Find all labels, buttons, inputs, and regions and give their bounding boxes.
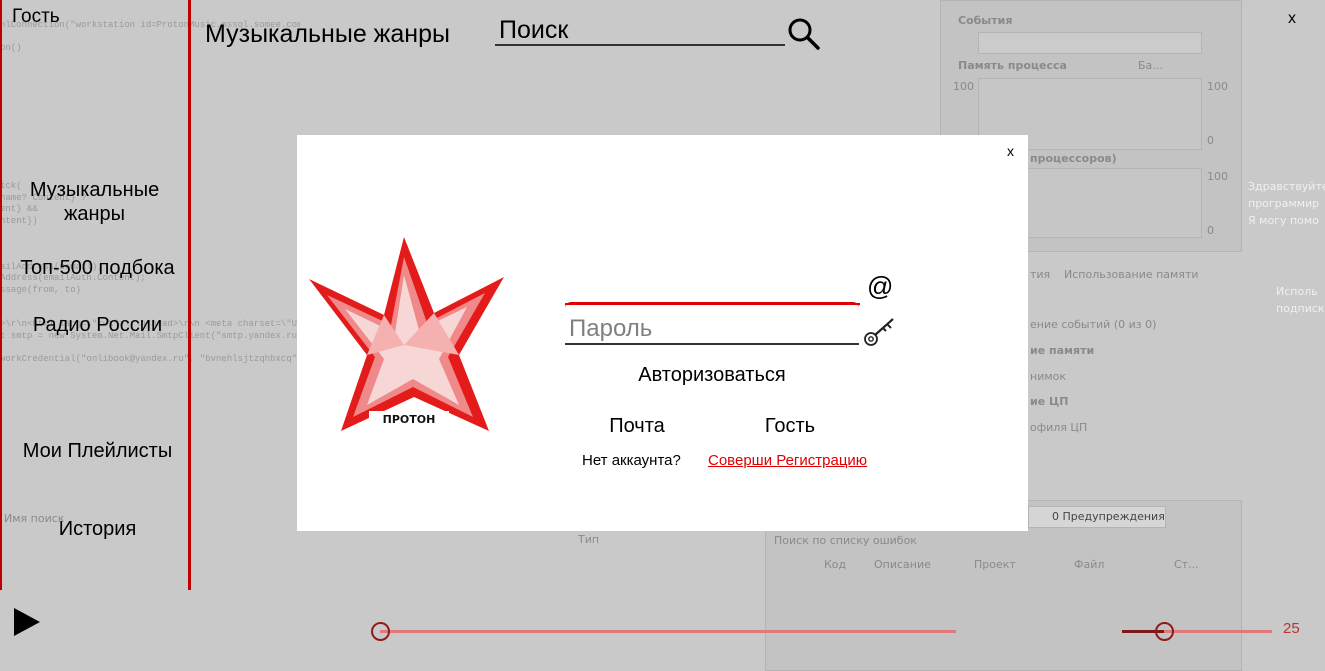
register-link[interactable]: Соверши Регистрацию: [708, 452, 867, 469]
play-icon[interactable]: [12, 606, 42, 638]
logo-star: ПРОТОН: [309, 237, 504, 431]
sidebar-item-history[interactable]: История: [2, 517, 193, 541]
sidebar-item-radio[interactable]: Радио России: [2, 313, 193, 337]
page-title: Музыкальные жанры: [205, 20, 450, 48]
progress-handle[interactable]: [371, 622, 390, 641]
background-text: Проект: [974, 558, 1016, 571]
background-text: Ст...: [1174, 558, 1199, 571]
background-text: Описание: [874, 558, 931, 571]
background-text: 100: [1207, 80, 1228, 93]
background-text: ие памяти: [1030, 344, 1095, 357]
search-input[interactable]: [495, 16, 785, 46]
volume-value: 25: [1283, 620, 1300, 637]
background-text: 0: [1207, 134, 1214, 147]
background-text: 100: [953, 80, 974, 93]
window-close-button[interactable]: x: [1288, 10, 1296, 28]
background-text: 100: [1207, 170, 1228, 183]
background-text: офиля ЦП: [1030, 421, 1088, 434]
background-text: Здравствуйте: [1248, 180, 1325, 193]
background-text: Тип: [578, 533, 600, 546]
guest-login-button[interactable]: Гость: [740, 413, 840, 439]
background-box: [978, 32, 1202, 54]
background-text: тия: [1030, 268, 1051, 281]
user-name-label[interactable]: Гость: [12, 6, 60, 28]
background-text: программир: [1248, 197, 1320, 210]
logo-text: ПРОТОН: [383, 413, 436, 426]
sidebar-item-genres[interactable]: Музыкальные жанры: [2, 178, 187, 226]
background-text: ение событий (0 из 0): [1030, 318, 1157, 331]
volume-track[interactable]: [1164, 630, 1272, 633]
background-text: Я могу помо: [1248, 214, 1319, 227]
background-text: Исполь: [1276, 285, 1318, 298]
background-text: подписк: [1276, 302, 1325, 315]
search-icon[interactable]: [786, 16, 822, 52]
background-text: Поиск по списку ошибок: [774, 534, 917, 547]
background-text: Файл: [1074, 558, 1105, 571]
sidebar: Гость Музыкальные жанры Топ-500 подбока …: [0, 0, 191, 590]
sidebar-item-top500[interactable]: Топ-500 подбока: [2, 256, 193, 280]
email-field[interactable]: [565, 277, 860, 305]
background-text: Использование памяти: [1064, 268, 1199, 281]
background-text: Память процесса: [958, 59, 1067, 72]
background-text: нимок: [1030, 370, 1067, 383]
background-text: Код: [824, 558, 847, 571]
background-text: События: [958, 14, 1013, 27]
background-text: Ба...: [1138, 59, 1163, 72]
login-dialog: x ПРОТОН @ Авторизоваться Почта Гость Не…: [297, 135, 1028, 531]
key-icon: [864, 318, 894, 346]
mail-login-button[interactable]: Почта: [587, 413, 687, 439]
volume-handle[interactable]: [1155, 622, 1174, 641]
login-button[interactable]: Авторизоваться: [617, 361, 807, 389]
progress-track[interactable]: [380, 630, 956, 633]
background-text: 0: [1207, 224, 1214, 237]
background-text: 0 Предупреждения: [1052, 510, 1165, 523]
background-text: ие ЦП: [1030, 395, 1069, 408]
sidebar-item-playlists[interactable]: Мои Плейлисты: [2, 439, 193, 463]
at-icon: @: [867, 271, 894, 301]
password-field[interactable]: [565, 315, 859, 345]
background-text: процессоров): [1030, 152, 1117, 165]
no-account-label: Нет аккаунта?: [582, 452, 681, 469]
dialog-close-button[interactable]: x: [1007, 143, 1014, 159]
